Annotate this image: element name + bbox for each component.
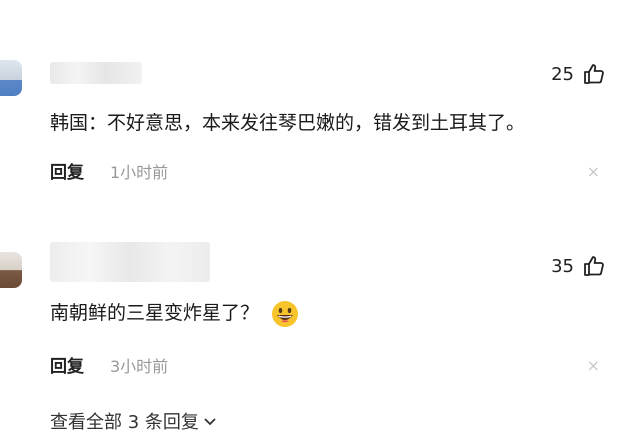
- avatar[interactable]: [0, 252, 22, 288]
- comment-time: 1小时前: [110, 162, 169, 182]
- comment-item-1: 25 韩国：不好意思，本来发往琴巴嫩的，错发到土耳其了。 回复 1小时前 ×: [0, 0, 632, 200]
- username-blurred[interactable]: [50, 62, 142, 84]
- comment-meta: 回复 3小时前: [50, 352, 169, 378]
- comment-time: 3小时前: [110, 356, 169, 376]
- reply-button[interactable]: 回复: [50, 352, 84, 377]
- reply-button[interactable]: 回复: [50, 158, 84, 183]
- thumbs-up-icon: [584, 64, 604, 84]
- like-count: 25: [551, 63, 574, 85]
- avatar[interactable]: [0, 60, 22, 96]
- close-icon[interactable]: ×: [587, 356, 600, 375]
- close-icon[interactable]: ×: [587, 162, 600, 181]
- like-button[interactable]: 25: [551, 62, 606, 86]
- comment-meta: 回复 1小时前: [50, 158, 169, 184]
- comment-text: 南朝鲜的三星变炸星了？: [50, 298, 299, 328]
- view-all-label: 查看全部 3 条回复: [50, 412, 199, 433]
- username-blurred[interactable]: [50, 242, 210, 282]
- like-count: 35: [551, 255, 574, 277]
- comment-item-2: 35 南朝鲜的三星变炸星了？ 回复 3小时前 ×: [0, 200, 632, 400]
- view-all-replies-button[interactable]: 查看全部 3 条回复: [50, 408, 217, 434]
- like-button[interactable]: 35: [551, 254, 606, 278]
- thumbs-up-icon: [584, 256, 604, 276]
- comment-text: 韩国：不好意思，本来发往琴巴嫩的，错发到土耳其了。: [50, 112, 526, 134]
- chevron-down-icon: [204, 418, 216, 426]
- grinning-emoji-icon: [272, 300, 299, 327]
- comment-text-body: 南朝鲜的三星变炸星了？: [50, 302, 260, 324]
